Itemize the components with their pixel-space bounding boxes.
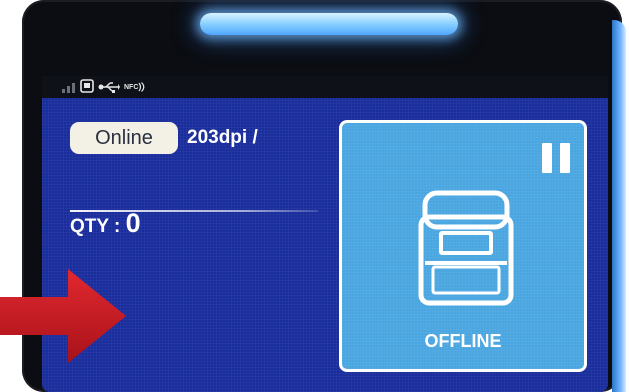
qty-readout: QTY : 0 — [70, 208, 141, 239]
resolution-label: 203dpi / — [187, 127, 258, 148]
status-icons: NFC — [62, 78, 146, 97]
red-arrow-icon — [0, 269, 128, 365]
status-led-bar — [200, 13, 458, 35]
online-status-pill[interactable]: Online — [70, 122, 178, 154]
qty-value: 0 — [125, 208, 141, 238]
nfc-label: NFC — [124, 84, 139, 91]
photo-frame: NFC Online 203dpi / QTY : 0 OFFLINE — [0, 0, 629, 392]
status-bar: NFC — [42, 76, 608, 98]
printer-status-panel[interactable]: OFFLINE — [339, 120, 587, 372]
usb-icon — [98, 78, 120, 97]
device-edge-highlight — [612, 20, 626, 392]
signal-icon — [62, 78, 76, 97]
qty-label: QTY : — [70, 216, 126, 237]
printer-state-label: OFFLINE — [424, 331, 502, 351]
nfc-icon: NFC — [124, 82, 146, 92]
sd-card-icon — [80, 78, 94, 97]
qty-divider — [70, 210, 318, 212]
printer-icon — [411, 187, 521, 311]
pause-icon[interactable] — [542, 143, 570, 173]
